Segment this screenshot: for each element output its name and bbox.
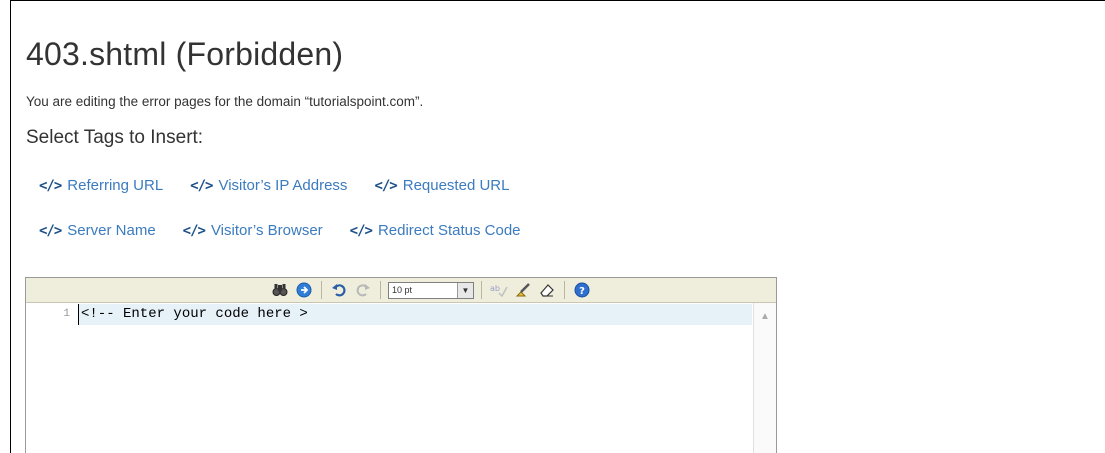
tag-redirect-status[interactable]: </> Redirect Status Code xyxy=(350,222,521,239)
chevron-down-icon: ▼ xyxy=(457,282,473,298)
tag-referring-url[interactable]: </> Referring URL xyxy=(39,177,163,194)
page-description: You are editing the error pages for the … xyxy=(26,94,424,109)
code-tag-icon: </> xyxy=(182,222,206,239)
tag-row-1: </> Referring URL </> Visitor’s IP Addre… xyxy=(39,177,536,194)
tags-heading: Select Tags to Insert: xyxy=(26,127,204,148)
toolbar-separator xyxy=(380,281,381,299)
tag-label: Redirect Status Code xyxy=(377,222,521,239)
tag-label: Visitor’s IP Address xyxy=(218,177,348,194)
code-tag-icon: </> xyxy=(349,222,373,239)
highlight-icon[interactable] xyxy=(513,280,533,300)
page-title: 403.shtml (Forbidden) xyxy=(26,36,344,72)
tag-visitor-browser[interactable]: </> Visitor’s Browser xyxy=(183,222,323,239)
tag-label: Server Name xyxy=(67,222,156,239)
toolbar-separator xyxy=(481,281,482,299)
undo-icon[interactable] xyxy=(329,280,349,300)
line-number: 1 xyxy=(63,308,70,320)
tag-server-name[interactable]: </> Server Name xyxy=(39,222,156,239)
scroll-up-icon[interactable]: ▲ xyxy=(754,307,776,325)
code-area[interactable]: 1 <!-- Enter your code here > ▲ xyxy=(26,303,776,453)
code-editor: 10 pt ▼ ab ? 1 <!-- Enter your code here… xyxy=(25,277,777,453)
tag-visitor-ip[interactable]: </> Visitor’s IP Address xyxy=(190,177,347,194)
spellcheck-icon[interactable]: ab xyxy=(489,280,509,300)
tag-requested-url[interactable]: </> Requested URL xyxy=(374,177,509,194)
tag-label: Referring URL xyxy=(67,177,164,194)
svg-text:ab: ab xyxy=(490,284,500,293)
code-tag-icon: </> xyxy=(39,222,62,239)
code-tag-icon: </> xyxy=(39,177,62,194)
tag-label: Visitor’s Browser xyxy=(210,222,323,239)
help-icon[interactable]: ? xyxy=(572,280,592,300)
vertical-scrollbar[interactable]: ▲ xyxy=(753,303,776,453)
goto-line-icon[interactable] xyxy=(294,280,314,300)
editor-toolbar: 10 pt ▼ ab ? xyxy=(26,278,776,303)
code-tag-icon: </> xyxy=(190,177,213,194)
tag-label: Requested URL xyxy=(402,177,510,194)
line-number-gutter: 1 xyxy=(26,303,74,453)
font-size-value: 10 pt xyxy=(392,285,413,295)
toolbar-separator xyxy=(564,281,565,299)
font-size-select[interactable]: 10 pt ▼ xyxy=(388,281,474,299)
active-code-line[interactable]: <!-- Enter your code here > xyxy=(78,304,752,325)
redo-icon[interactable] xyxy=(353,280,373,300)
tag-row-2: </> Server Name </> Visitor’s Browser </… xyxy=(39,222,548,239)
svg-text:?: ? xyxy=(579,286,585,297)
code-tag-icon: </> xyxy=(374,177,397,194)
eraser-icon[interactable] xyxy=(537,280,557,300)
toolbar-separator xyxy=(321,281,322,299)
search-icon[interactable] xyxy=(270,280,290,300)
